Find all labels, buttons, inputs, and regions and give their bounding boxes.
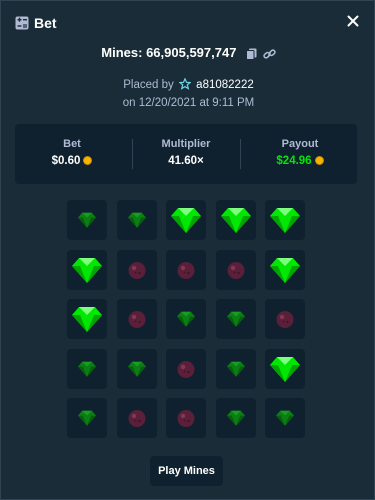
gem-icon [171, 208, 201, 233]
gem-icon [270, 356, 300, 382]
mine-tile[interactable] [166, 200, 206, 240]
gem-icon [72, 307, 102, 332]
mine-tile[interactable] [265, 249, 305, 290]
mine-tile[interactable] [67, 348, 107, 389]
bet-icon [15, 16, 29, 30]
play-mines-button[interactable]: Play Mines [150, 456, 223, 486]
mine-tile[interactable] [215, 348, 256, 389]
mine-tile[interactable] [116, 249, 157, 290]
mine-tile[interactable] [166, 348, 206, 389]
stat-divider [240, 139, 241, 169]
stat-payout: Payout $24.96 [243, 124, 357, 184]
gem-icon [127, 361, 146, 377]
mine-icon [177, 261, 195, 279]
mine-icon [177, 410, 195, 427]
gem-icon [72, 257, 102, 283]
copy-icon[interactable] [246, 48, 257, 61]
mine-tile[interactable] [265, 398, 305, 438]
mines-seed-text: Mines: 66,905,597,747 [101, 45, 237, 60]
stat-bet: Bet $0.60 [15, 124, 129, 184]
mine-tile[interactable] [215, 398, 256, 438]
mine-tile[interactable] [215, 249, 256, 290]
mines-seed-line: Mines: 66,905,597,747 [1, 45, 375, 65]
mine-tile[interactable] [67, 398, 107, 438]
link-icon[interactable] [262, 48, 276, 60]
mine-tile[interactable] [265, 299, 305, 339]
mine-tile[interactable] [166, 398, 206, 438]
gem-icon [270, 208, 300, 233]
mine-tile[interactable] [116, 348, 157, 389]
mine-tile[interactable] [116, 398, 157, 438]
mine-icon [128, 311, 145, 328]
gem-icon [226, 361, 245, 377]
mine-icon [276, 311, 294, 328]
mine-tile[interactable] [116, 200, 157, 240]
bet-modal: Bet Mines: 66,905,597,747 Placed by a810… [0, 0, 375, 500]
mine-tile[interactable] [67, 249, 107, 290]
placed-by-label: Placed by [123, 79, 174, 91]
mine-tile[interactable] [116, 299, 157, 339]
gem-icon [226, 311, 245, 327]
gem-icon [220, 208, 251, 233]
payout-value-wrap: $24.96 [243, 155, 357, 167]
mine-tile[interactable] [67, 200, 107, 240]
mine-tile[interactable] [265, 348, 305, 389]
mines-board [67, 200, 306, 440]
stat-multiplier: Multiplier 41.60× [129, 124, 243, 184]
mine-tile[interactable] [215, 200, 256, 240]
mine-tile[interactable] [166, 299, 206, 339]
bet-date: on 12/20/2021 at 9:11 PM [122, 97, 255, 109]
mine-tile[interactable] [166, 249, 206, 290]
mine-icon [128, 410, 145, 427]
multiplier-label: Multiplier [161, 138, 211, 150]
mine-tile[interactable] [265, 200, 305, 240]
gem-icon [78, 410, 96, 426]
mine-tile[interactable] [215, 299, 256, 339]
gem-icon [78, 212, 96, 228]
gem-icon [177, 311, 195, 327]
bet-value-wrap: $0.60 [15, 155, 129, 167]
mine-tile[interactable] [67, 299, 107, 339]
vip-star-icon [178, 77, 192, 90]
gem-icon [127, 212, 146, 228]
mine-icon [227, 261, 244, 279]
coin-icon [314, 156, 324, 165]
gem-icon [78, 361, 96, 377]
bet-label: Bet [63, 138, 81, 150]
gem-icon [226, 410, 245, 426]
stats-panel: Bet $0.60 Multiplier 41.60× Payout $24.9… [15, 124, 357, 184]
payout-value: $24.96 [276, 155, 312, 167]
username-link[interactable]: a81082222 [196, 79, 254, 91]
gem-icon [270, 257, 300, 283]
gem-icon [276, 410, 294, 426]
mine-icon [128, 261, 145, 279]
modal-header: Bet [1, 1, 375, 45]
close-icon[interactable] [344, 12, 362, 30]
modal-title: Bet [34, 15, 57, 31]
payout-label: Payout [281, 138, 319, 150]
coin-icon [83, 156, 93, 165]
multiplier-value: 41.60× [168, 155, 204, 167]
placed-by-line: Placed by a81082222 [1, 77, 375, 91]
bet-value: $0.60 [51, 155, 81, 167]
mine-icon [177, 360, 195, 378]
